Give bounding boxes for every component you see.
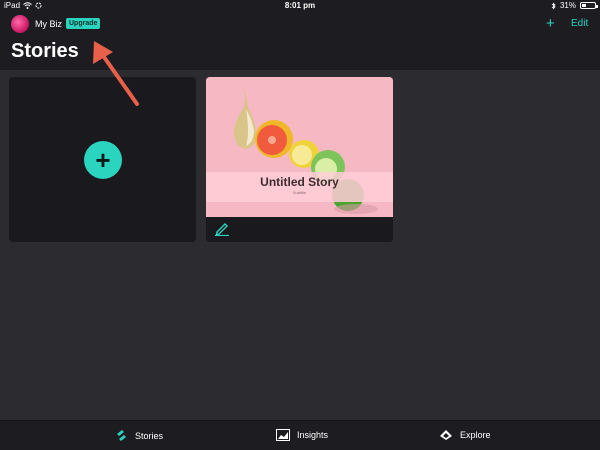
bluetooth-icon	[551, 2, 556, 9]
edit-button[interactable]: Edit	[571, 18, 588, 29]
battery-icon	[580, 2, 598, 9]
status-time: 8:01 pm	[284, 1, 316, 10]
page-title: Stories	[11, 40, 79, 62]
battery-percent: 31%	[559, 1, 576, 10]
story-title: Untitled Story	[260, 175, 339, 189]
account-name[interactable]: My Biz	[35, 19, 62, 29]
status-bar: iPad 8:01 pm 31%	[0, 0, 600, 12]
header: My Biz Upgrade + Edit Stories	[0, 12, 600, 70]
tab-label-explore: Explore	[460, 430, 491, 440]
tab-insights[interactable]: Insights	[276, 429, 328, 441]
upgrade-badge[interactable]: Upgrade	[66, 18, 101, 29]
tab-explore[interactable]: Explore	[439, 429, 491, 441]
edit-pencil-icon[interactable]	[214, 222, 230, 236]
stories-icon	[117, 430, 126, 441]
story-subtitle: Subtitle	[292, 190, 307, 195]
tab-stories[interactable]: Stories	[115, 429, 163, 442]
explore-icon	[440, 430, 452, 440]
tab-bar: Stories Insights Explore	[0, 420, 600, 450]
add-button[interactable]: +	[546, 15, 555, 33]
avatar[interactable]	[11, 15, 29, 33]
tab-label-insights: Insights	[297, 430, 329, 440]
new-story-card[interactable]: +	[9, 77, 196, 242]
add-story-button[interactable]: +	[84, 141, 122, 179]
story-card-footer	[206, 217, 393, 242]
tab-label-stories: Stories	[135, 430, 164, 441]
insights-icon	[276, 429, 290, 441]
story-card[interactable]: Untitled Story Subtitle	[206, 77, 393, 242]
